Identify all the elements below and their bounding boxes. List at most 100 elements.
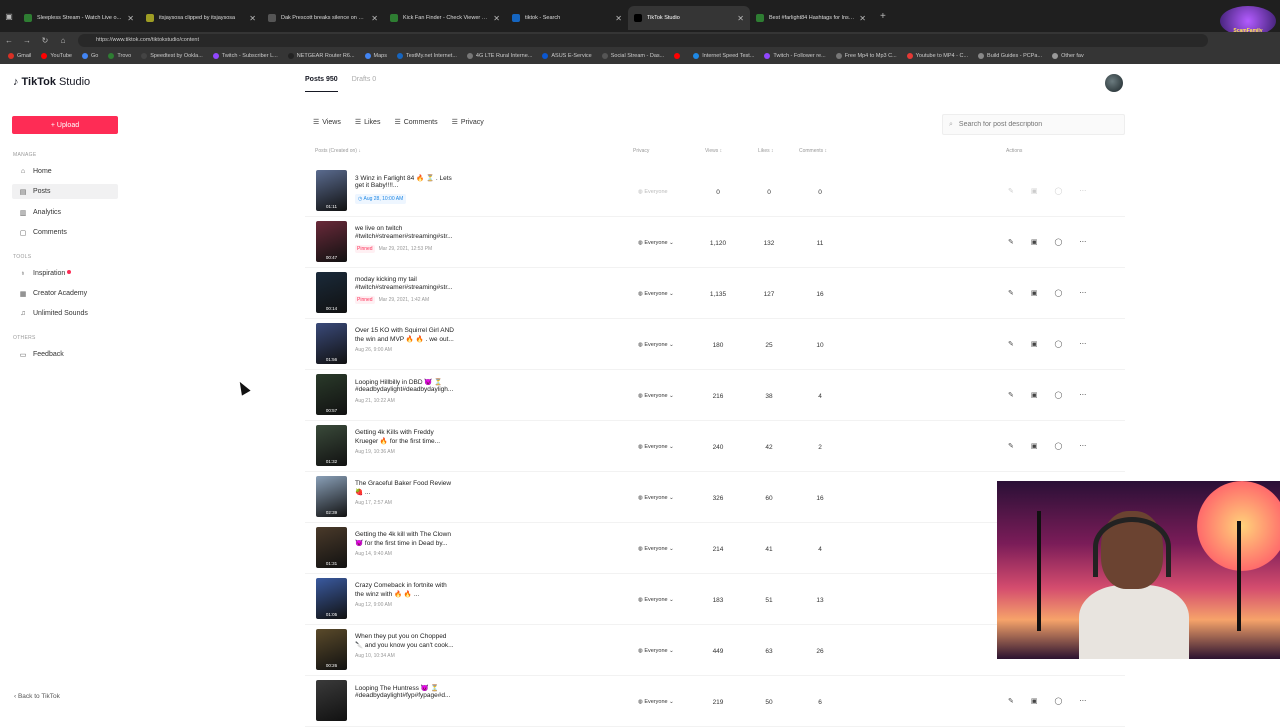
post-title[interactable]: The Graceful Baker Food Review [355,480,480,487]
back-icon[interactable]: ← [0,36,18,45]
comment-icon[interactable]: ◯ [1055,391,1063,399]
analytics-icon[interactable]: ▣ [1031,238,1038,246]
more-icon[interactable]: ⋯ [1079,391,1086,399]
bookmark-item[interactable]: 4G LTE Rural Interne... [466,53,532,59]
filter-comments[interactable]: ☰ Comments [394,118,437,127]
upload-button[interactable]: + Upload [12,116,118,134]
sidebar-item-analytics[interactable]: ▥ Analytics [12,205,118,220]
privacy-dropdown[interactable]: ◍ Everyone ⌄ [638,546,674,552]
comment-icon[interactable]: ◯ [1055,187,1063,195]
privacy-dropdown[interactable]: ◍ Everyone ⌄ [638,699,674,705]
table-row[interactable]: 01:11 3 Winz in Farlight 84 🔥 ⏳ . Lets g… [305,166,1125,217]
comment-icon[interactable]: ◯ [1055,289,1063,297]
post-title-line2[interactable]: Krueger 🔥 for the first time... [355,437,480,445]
close-icon[interactable]: ✕ [737,14,744,23]
filter-privacy[interactable]: ☰ Privacy [452,118,484,127]
close-icon[interactable]: ✕ [615,14,622,23]
more-icon[interactable]: ⋯ [1079,340,1086,348]
browser-tab[interactable]: TikTok Studio ✕ [628,6,750,30]
privacy-dropdown[interactable]: ◍ Everyone ⌄ [638,648,674,654]
table-row[interactable]: 00:47 we live on twitch #twitch#streamer… [305,217,1125,268]
post-title-line2[interactable]: #twitch#streamer#streaming#str... [355,233,480,240]
post-thumbnail[interactable]: 00:47 [316,221,347,262]
edit-icon[interactable]: ✎ [1008,391,1014,399]
privacy-dropdown[interactable]: ◍ Everyone ⌄ [638,597,674,603]
analytics-icon[interactable]: ▣ [1031,289,1038,297]
browser-tab[interactable]: itsjaysosa clipped by itsjaysosa ✕ [140,6,262,30]
post-title-line2[interactable]: 🍓 ... [355,488,480,496]
table-row[interactable]: 00:57 Looping Hillbilly in DBD 😈 ⏳ #dead… [305,370,1125,421]
bookmark-item[interactable]: Social Stream - Das... [601,53,664,59]
bookmark-item[interactable] [674,53,683,59]
edit-icon[interactable]: ✎ [1008,289,1014,297]
header-comments[interactable]: Comments ↕ [799,148,827,154]
bookmark-item[interactable]: Other fav [1052,53,1084,59]
post-thumbnail[interactable]: 01:05 [316,578,347,619]
browser-tab[interactable]: Kick Fan Finder - Check Viewer St... ✕ [384,6,506,30]
post-thumbnail[interactable]: 01:56 [316,323,347,364]
new-tab-icon[interactable]: + [872,11,894,22]
post-title[interactable]: Crazy Comeback in fortnite with [355,582,480,589]
edit-icon[interactable]: ✎ [1008,697,1014,705]
post-title[interactable]: 3 Winz in Farlight 84 🔥 ⏳ . Lets [355,174,480,182]
browser-tab[interactable]: tiktok - Search ✕ [506,6,628,30]
back-to-tiktok-link[interactable]: ‹ Back to TikTok [14,693,60,700]
close-icon[interactable]: ✕ [371,14,378,23]
post-thumbnail[interactable]: 01:11 [316,170,347,211]
privacy-dropdown[interactable]: ◍ Everyone ⌄ [638,291,674,297]
url-input[interactable]: https://www.tiktok.com/tiktokstudio/cont… [78,33,1208,47]
table-row[interactable]: 00:14 moday kicking my tail #twitch#stre… [305,268,1125,319]
post-thumbnail[interactable]: 01:31 [316,527,347,568]
bookmark-item[interactable]: NETGEAR Router R6... [287,53,355,59]
close-icon[interactable]: ✕ [249,14,256,23]
avatar[interactable] [1105,74,1123,92]
search-input[interactable] [958,121,1119,128]
privacy-dropdown[interactable]: ◍ Everyone ⌄ [638,240,674,246]
post-title[interactable]: Looping The Huntress 😈 ⏳ [355,684,480,692]
tab-drafts[interactable]: Drafts 0 [352,76,377,92]
post-title-line2[interactable]: #deadbydaylight#deadbydayligh... [355,386,480,393]
post-title[interactable]: When they put you on Chopped [355,633,480,640]
privacy-dropdown[interactable]: ◍ Everyone ⌄ [638,342,674,348]
sidebar-item-inspiration[interactable]: ♁ Inspiration [12,266,118,281]
edit-icon[interactable]: ✎ [1008,238,1014,246]
table-row[interactable]: 01:32 Getting 4k Kills with Freddy Krueg… [305,421,1125,472]
analytics-icon[interactable]: ▣ [1031,340,1038,348]
post-thumbnail[interactable]: 00:14 [316,272,347,313]
analytics-icon[interactable]: ▣ [1031,187,1038,195]
browser-tab[interactable]: Dak Prescott breaks silence on w... ✕ [262,6,384,30]
post-title-line2[interactable]: #twitch#streamer#streaming#str... [355,284,480,291]
analytics-icon[interactable]: ▣ [1031,442,1038,450]
sidebar-item-feedback[interactable]: ▭ Feedback [12,347,118,362]
bookmark-item[interactable]: Twitch - Subscriber L... [212,53,278,59]
table-row[interactable]: 01:56 Over 15 KO with Squirrel Girl AND … [305,319,1125,370]
tab-list-icon[interactable]: ▣ [0,12,18,21]
post-title[interactable]: Over 15 KO with Squirrel Girl AND [355,327,480,334]
post-thumbnail[interactable] [316,680,347,721]
more-icon[interactable]: ⋯ [1079,442,1086,450]
sidebar-item-home[interactable]: ⌂ Home [12,164,118,179]
close-icon[interactable]: ✕ [859,14,866,23]
bookmark-item[interactable]: YouTube [41,53,72,59]
post-thumbnail[interactable]: 01:32 [316,425,347,466]
sidebar-item-unlimited-sounds[interactable]: ♫ Unlimited Sounds [12,306,118,321]
sidebar-item-posts[interactable]: ▤ Posts [12,184,118,199]
close-icon[interactable]: ✕ [493,14,500,23]
bookmark-item[interactable]: Internet Speed Test... [693,53,754,59]
bookmark-item[interactable]: Twitch - Follower re... [764,53,826,59]
bookmark-item[interactable]: Go [82,53,98,59]
more-icon[interactable]: ⋯ [1079,187,1086,195]
bookmark-item[interactable]: Trovo [108,53,131,59]
comment-icon[interactable]: ◯ [1055,697,1063,705]
analytics-icon[interactable]: ▣ [1031,697,1038,705]
table-row[interactable]: Looping The Huntress 😈 ⏳ #deadbydaylight… [305,676,1125,727]
edit-icon[interactable]: ✎ [1008,187,1014,195]
privacy-dropdown[interactable]: ◍ Everyone [638,189,668,195]
post-title-line2[interactable]: 😈 for the first time in Dead by... [355,539,480,547]
post-title-line2[interactable]: 🔪 and you know you can't cook... [355,641,480,649]
header-views[interactable]: Views ↕ [705,148,722,154]
bookmark-item[interactable]: TestMy.net Internet... [396,53,457,59]
bookmark-item[interactable]: Gmail [8,53,31,59]
post-title[interactable]: Getting 4k Kills with Freddy [355,429,480,436]
edit-icon[interactable]: ✎ [1008,442,1014,450]
